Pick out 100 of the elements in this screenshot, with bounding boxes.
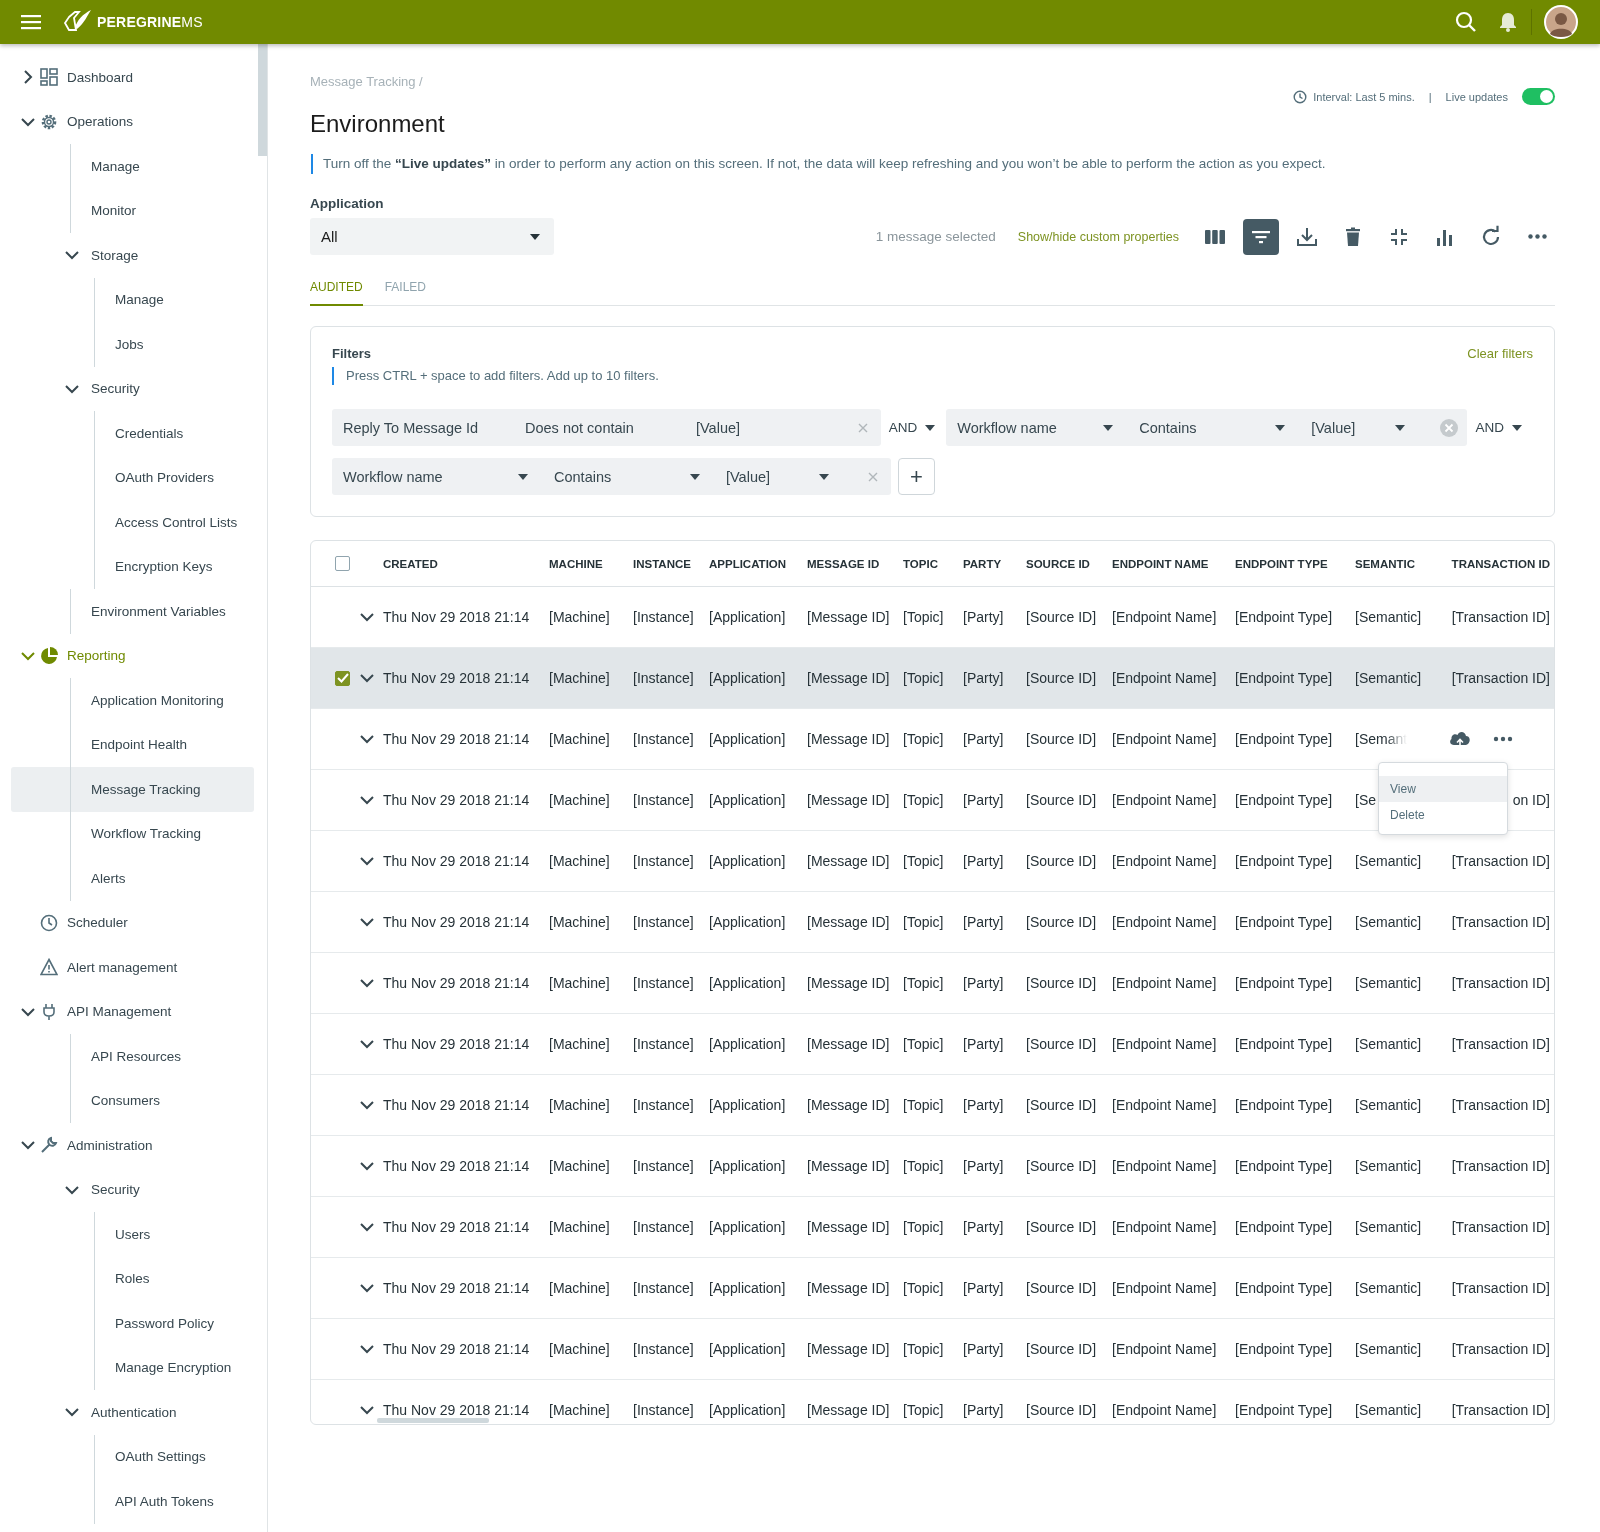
operator-select[interactable]: Contains [1139, 419, 1312, 436]
table-cell: [Transaction ID] [1451, 975, 1550, 991]
avatar[interactable] [1544, 5, 1578, 39]
column-header[interactable]: ENDPOINT NAME [1112, 557, 1209, 570]
menu-item[interactable]: View [1379, 776, 1507, 802]
table-cell: [Message ID] [807, 975, 890, 991]
chevron-icon[interactable] [360, 1039, 374, 1049]
chevron-icon[interactable] [360, 856, 374, 866]
table-cell: [Instance] [633, 1341, 694, 1357]
operator-select[interactable]: Contains [554, 468, 726, 485]
table-cell: [Machine] [549, 1097, 610, 1113]
filter-button[interactable] [1243, 218, 1279, 255]
live-updates-toggle[interactable] [1522, 88, 1555, 105]
value-select[interactable]: [Value] [726, 468, 855, 485]
column-header[interactable]: MACHINE [549, 557, 603, 570]
select-all-checkbox[interactable] [335, 556, 350, 571]
application-select[interactable]: All [310, 218, 554, 255]
chevron-icon[interactable] [360, 978, 374, 988]
column-header[interactable]: CREATED [383, 557, 438, 570]
chevron-icon[interactable] [360, 673, 374, 683]
column-header[interactable]: PARTY [963, 557, 1002, 570]
chevron-icon[interactable] [360, 1222, 374, 1232]
table-cell: [Transaction ID] [1451, 1280, 1550, 1296]
clear-filters-link[interactable]: Clear filters [1467, 345, 1533, 363]
column-header[interactable]: ENDPOINT TYPE [1235, 557, 1328, 570]
custom-properties-link[interactable]: Show/hide custom properties [1017, 229, 1179, 244]
tab[interactable]: AUDITED [310, 273, 363, 306]
search-icon[interactable] [1455, 11, 1477, 33]
table-cell: [Transaction ID] [1451, 609, 1550, 625]
sidebar-item[interactable]: Dashboard [11, 55, 254, 100]
chevron-icon[interactable] [360, 795, 374, 805]
chevron-icon[interactable] [360, 1100, 374, 1110]
cloud-upload-icon[interactable] [1449, 730, 1471, 748]
table-cell: [Topic] [903, 1280, 944, 1296]
table-cell: [Transaction ID] [1451, 1097, 1550, 1113]
chevron-icon[interactable] [360, 734, 374, 744]
add-filter-button[interactable]: + [898, 458, 935, 495]
table-cell: [Source ID] [1026, 1036, 1097, 1052]
column-header[interactable]: TOPIC [903, 557, 938, 570]
table-row[interactable]: Thu Nov 29 2018 21:14 [Machine] [Instance] [Application] [Message ID] [Topic] [Party] [Source ID] [Endpoint Name] [Endpoint Type] [Semantic] [Transaction ID] [311, 1075, 1554, 1136]
table-cell: [Instance] [633, 1158, 694, 1174]
interval-label: Interval: Last 5 mins. [1313, 90, 1415, 103]
table-cell: [Party] [963, 853, 1004, 869]
table-cell: [Application] [709, 1158, 786, 1174]
table-cell: [Endpoint Name] [1112, 914, 1217, 930]
table-cell: [Semantic] [1355, 1280, 1422, 1296]
filter-value[interactable]: [Value] [696, 419, 741, 436]
more-icon[interactable] [1493, 736, 1513, 742]
sidebar-item[interactable]: Operations [11, 99, 254, 144]
table-cell: [Transaction ID] [1451, 1158, 1550, 1174]
sidebar-item[interactable]: Message Tracking [11, 767, 254, 812]
table-row[interactable]: Thu Nov 29 2018 21:14 [Machine] [Instance] [Application] [Message ID] [Topic] [Party] [Source ID] [Endpoint Name] [Endpoint Type] [Semantic] [Transaction ID] [311, 648, 1554, 709]
field-select[interactable]: Workflow name [957, 419, 1140, 436]
column-header[interactable]: TRANSACTION ID [1451, 557, 1550, 570]
table-row[interactable]: Thu Nov 29 2018 21:14 [Machine] [Instance] [Application] [Message ID] [Topic] [Party] [Source ID] [Endpoint Name] [Endpoint Type] [Semantic] [Transaction ID] [311, 1136, 1554, 1197]
field-select[interactable]: Workflow name [343, 468, 554, 485]
column-header[interactable]: INSTANCE [633, 557, 691, 570]
column-header[interactable]: SOURCE ID [1026, 557, 1090, 570]
column-header[interactable]: MESSAGE ID [807, 557, 880, 570]
menu-icon[interactable] [21, 14, 41, 30]
scrollbar-thumb[interactable] [258, 44, 267, 156]
sidebar-item[interactable]: Security [11, 366, 254, 411]
table-cell: [Application] [709, 1097, 786, 1113]
chevron-icon[interactable] [360, 1344, 374, 1354]
join-select[interactable]: AND [888, 420, 936, 435]
table-cell: [Application] [709, 1036, 786, 1052]
table-cell: [Transaction ID] [1451, 1341, 1550, 1357]
sidebar-item[interactable]: Security [11, 1167, 254, 1212]
row-checkbox[interactable] [335, 670, 350, 686]
sidebar-item[interactable]: Storage [11, 233, 254, 278]
chevron-icon[interactable] [360, 1161, 374, 1171]
table-cell: [Source ID] [1026, 792, 1097, 808]
menu-item[interactable]: Delete [1379, 802, 1507, 828]
sidebar-item[interactable]: Reporting [11, 633, 254, 678]
bell-icon[interactable] [1499, 12, 1517, 32]
table-row[interactable]: Thu Nov 29 2018 21:14 [Machine] [Instance] [Application] [Message ID] [Topic] [Party] [Source ID] [Endpoint Name] [Endpoint Type] [Semantic] [Transaction ID] [311, 1258, 1554, 1319]
table-cell: [Semantic] [1355, 975, 1422, 991]
chevron-icon[interactable] [360, 917, 374, 927]
value-select[interactable]: [Value] [1311, 419, 1432, 436]
column-header[interactable]: SEMANTIC [1355, 557, 1416, 570]
sidebar-item[interactable]: Scheduler [11, 900, 254, 945]
table-row[interactable]: Thu Nov 29 2018 21:14 [Machine] [Instance] [Application] [Message ID] [Topic] [Party] [Source ID] [Endpoint Name] [Endpoint Type] [Semantic] [Transaction ID] [311, 892, 1554, 953]
sidebar-item[interactable]: Alert management [11, 945, 254, 990]
scrollbar-thumb[interactable] [377, 1418, 489, 1423]
table-cell: [Source ID] [1026, 1341, 1097, 1357]
table-cell: [Instance] [633, 670, 694, 686]
sidebar-item[interactable]: Administration [11, 1123, 254, 1168]
table-cell: [Endpoint Type] [1235, 792, 1333, 808]
sidebar-item[interactable]: Authentication [11, 1390, 254, 1435]
chevron-icon[interactable] [360, 612, 374, 622]
chevron-icon[interactable] [360, 1405, 374, 1415]
table-row[interactable]: Thu Nov 29 2018 21:14 [Machine] [Instance] [Application] [Message ID] [Topic] [Party] [Source ID] [Endpoint Name] [Endpoint Type] [Semantic] [Transaction ID] [311, 1197, 1554, 1258]
column-header[interactable]: APPLICATION [709, 557, 787, 570]
table-row[interactable]: Thu Nov 29 2018 21:14 [Machine] [Instance] [Application] [Message ID] [Topic] [Party] [Source ID] [Endpoint Name] [Endpoint Type] [Semantic] [Transaction ID] [311, 953, 1554, 1014]
join-select[interactable]: AND [1475, 420, 1522, 435]
table-row[interactable]: Thu Nov 29 2018 21:14 [Machine] [Instance] [Application] [Message ID] [Topic] [Party] [Source ID] [Endpoint Name] [Endpoint Type] [Semantic] [Transaction ID] [311, 1014, 1554, 1075]
sidebar-item[interactable]: API Management [11, 989, 254, 1034]
table-row[interactable]: Thu Nov 29 2018 21:14 [Machine] [Instance] [Application] [Message ID] [Topic] [Party] [Source ID] [Endpoint Name] [Endpoint Type] [Semantic] [Transaction ID] [311, 1319, 1554, 1380]
chevron-icon[interactable] [360, 1283, 374, 1293]
table-cell: [Message ID] [807, 731, 890, 747]
